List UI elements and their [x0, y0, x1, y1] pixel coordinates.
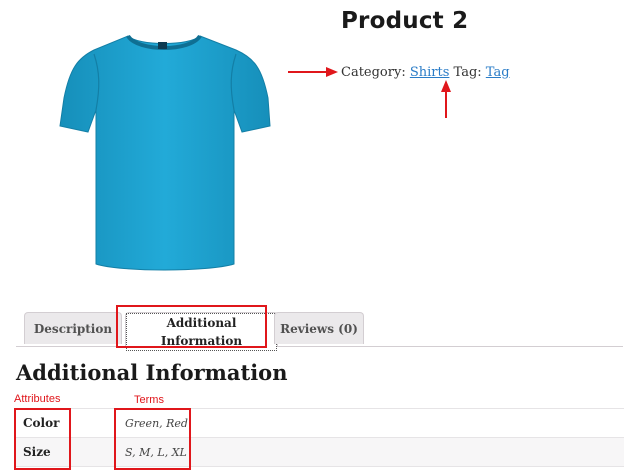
product-title: Product 2: [341, 8, 469, 34]
attribute-name-color: Color: [23, 416, 60, 430]
tab-description[interactable]: Description: [24, 312, 122, 344]
attributes-annotation: Attributes: [14, 393, 61, 405]
arrow-right-icon: [288, 67, 338, 77]
tab-reviews[interactable]: Reviews (0): [274, 312, 364, 344]
product-tabs: Description Additional Information Revie…: [16, 312, 623, 351]
table-row: Color Green, Red: [14, 408, 624, 438]
arrow-up-icon: [441, 80, 451, 118]
tag-link[interactable]: Tag: [486, 65, 510, 80]
section-heading: Additional Information: [16, 360, 288, 385]
attributes-table: Color Green, Red Size S, M, L, XL: [14, 408, 624, 467]
product-meta: Category: Shirts Tag: Tag: [341, 65, 510, 80]
tab-additional-information-label: Additional Information: [126, 313, 277, 351]
attribute-value-color: Green, Red: [125, 416, 188, 430]
category-label: Category:: [341, 65, 406, 80]
attribute-name-size: Size: [23, 445, 51, 459]
attribute-value-size: S, M, L, XL: [125, 445, 187, 459]
terms-annotation: Terms: [134, 394, 164, 406]
tag-label: Tag:: [453, 65, 482, 80]
tab-additional-information[interactable]: Additional Information: [125, 312, 278, 351]
category-link[interactable]: Shirts: [410, 65, 450, 80]
product-image: [59, 34, 271, 271]
table-row: Size S, M, L, XL: [14, 437, 624, 467]
